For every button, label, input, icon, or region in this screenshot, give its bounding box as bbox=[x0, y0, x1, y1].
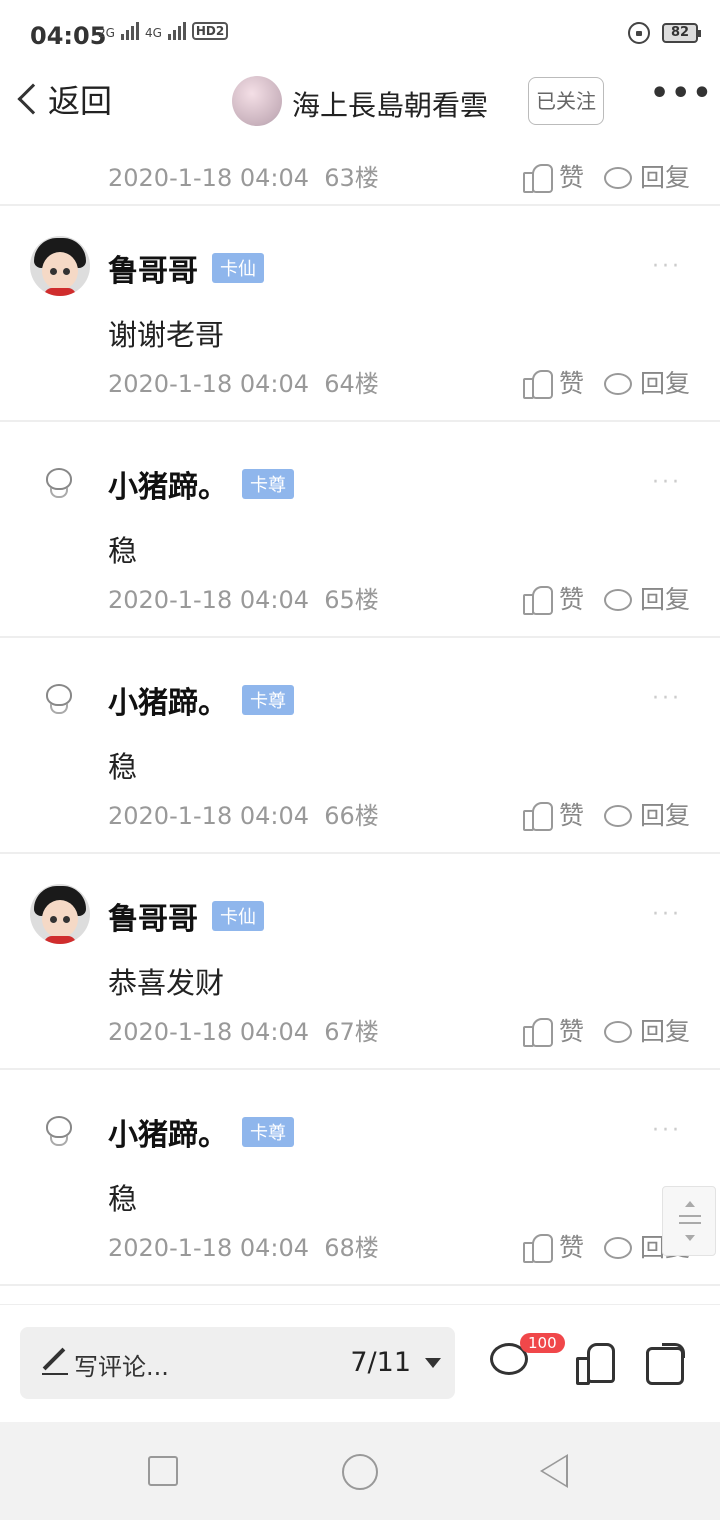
post-content: 谢谢老哥 bbox=[108, 318, 225, 352]
back-button[interactable]: 返回 bbox=[14, 76, 112, 122]
rotation-lock-icon bbox=[628, 22, 650, 44]
level-badge: 卡尊 bbox=[242, 1117, 294, 1147]
level-badge: 卡仙 bbox=[212, 253, 264, 283]
comment-placeholder: 写评论... bbox=[74, 1353, 169, 1381]
post-content: 恭喜发财 bbox=[108, 966, 225, 1000]
list-item: 小猪蹄。 卡尊 ··· 稳 2020-1-18 04:04 66楼 赞 回复 bbox=[0, 638, 720, 852]
list-item: 小猪蹄。卡尊 ··· 稳 2020-1-18 04:04 68楼 赞 回复 bbox=[0, 1070, 720, 1284]
thumbs-up-icon bbox=[522, 584, 553, 615]
like-button[interactable]: 赞 bbox=[522, 1012, 584, 1048]
thumbs-up-icon bbox=[522, 1232, 553, 1263]
list-item: 小猪蹄。 卡尊 ··· 稳 2020-1-18 04:04 65楼 赞 回复 bbox=[0, 422, 720, 636]
back-label: 返回 bbox=[48, 82, 113, 120]
back-nav-icon[interactable] bbox=[540, 1454, 568, 1488]
post-timestamp: 2020-1-18 04:04 68楼 bbox=[108, 1234, 379, 1262]
like-button[interactable]: 赞 bbox=[522, 1228, 584, 1264]
status-bar: 04:05 2G 4G HD2 82 bbox=[0, 0, 720, 72]
list-item: 鲁哥哥 卡仙 ··· 恭喜发财 2020-1-18 04:04 67楼 赞 回复 bbox=[0, 854, 720, 1068]
level-badge: 卡尊 bbox=[242, 469, 294, 499]
arrow-up-icon bbox=[685, 1201, 695, 1207]
divider bbox=[0, 1284, 720, 1286]
network-indicators: 2G 4G HD2 bbox=[98, 22, 229, 40]
user-avatar[interactable] bbox=[30, 884, 90, 944]
user-avatar[interactable] bbox=[30, 668, 90, 728]
thumbs-up-icon bbox=[522, 162, 553, 193]
comment-icon bbox=[603, 167, 632, 189]
net1-label: 2G bbox=[98, 26, 115, 40]
post-content: 稳 bbox=[108, 1182, 138, 1216]
post-more-button[interactable]: ··· bbox=[652, 902, 682, 927]
lines-icon bbox=[679, 1215, 701, 1217]
like-button[interactable]: 赞 bbox=[522, 796, 584, 832]
comment-icon bbox=[603, 1021, 632, 1043]
like-button[interactable]: 赞 bbox=[522, 364, 584, 400]
username[interactable]: 鲁哥哥 bbox=[108, 246, 198, 290]
battery-icon: 82 bbox=[662, 23, 701, 43]
reply-list: 2020-1-18 04:04 63楼 赞 回复 鲁哥哥 卡仙 ··· 谢谢老哥 … bbox=[0, 134, 720, 1304]
username[interactable]: 小猪蹄。 bbox=[108, 1110, 228, 1154]
reply-button[interactable]: 回复 bbox=[603, 580, 690, 616]
user-avatar[interactable] bbox=[30, 1100, 90, 1160]
post-timestamp: 2020-1-18 04:04 64楼 bbox=[108, 370, 379, 398]
reply-button[interactable]: 回复 bbox=[603, 158, 690, 194]
user-avatar[interactable] bbox=[30, 452, 90, 512]
list-item: 鲁哥哥 卡仙 ··· 谢谢老哥 2020-1-18 04:04 64楼 赞 回复 bbox=[0, 206, 720, 420]
pencil-icon bbox=[42, 1347, 68, 1375]
signal-icon bbox=[120, 22, 139, 40]
follow-button[interactable]: 已关注 bbox=[528, 77, 604, 125]
author-avatar[interactable] bbox=[232, 76, 282, 126]
thumbs-up-icon bbox=[522, 1016, 553, 1047]
post-more-button[interactable]: ··· bbox=[652, 686, 682, 711]
recent-apps-icon[interactable] bbox=[148, 1456, 178, 1486]
post-timestamp: 2020-1-18 04:04 63楼 bbox=[108, 164, 379, 192]
post-more-button[interactable]: ··· bbox=[652, 470, 682, 495]
level-badge: 卡仙 bbox=[212, 901, 264, 931]
lines-icon bbox=[679, 1222, 701, 1224]
home-icon[interactable] bbox=[342, 1454, 378, 1490]
arrow-down-icon bbox=[685, 1235, 695, 1241]
level-badge: 卡尊 bbox=[242, 685, 294, 715]
post-more-button[interactable]: ··· bbox=[652, 1118, 682, 1143]
post-content: 稳 bbox=[108, 534, 138, 568]
reply-button[interactable]: 回复 bbox=[603, 364, 690, 400]
caret-down-icon[interactable] bbox=[425, 1358, 441, 1368]
comment-icon bbox=[603, 373, 632, 395]
scroll-jump-button[interactable] bbox=[662, 1186, 716, 1256]
page-title[interactable]: 海上長島朝看雲 bbox=[292, 84, 488, 124]
status-time: 04:05 bbox=[30, 22, 107, 50]
like-post-button[interactable] bbox=[576, 1343, 615, 1385]
reply-button[interactable]: 回复 bbox=[603, 1012, 690, 1048]
comment-icon bbox=[603, 589, 632, 611]
username[interactable]: 小猪蹄。 bbox=[108, 678, 228, 722]
share-button[interactable] bbox=[646, 1343, 685, 1385]
comment-icon bbox=[603, 1237, 632, 1259]
chevron-left-icon bbox=[17, 83, 49, 115]
system-nav-bar bbox=[0, 1422, 720, 1520]
post-timestamp: 2020-1-18 04:04 65楼 bbox=[108, 586, 379, 614]
post-more-button[interactable]: ··· bbox=[652, 254, 682, 279]
signal-icon bbox=[167, 22, 186, 40]
post-timestamp: 2020-1-18 04:04 66楼 bbox=[108, 802, 379, 830]
thumbs-up-icon bbox=[522, 800, 553, 831]
hd-icon: HD2 bbox=[191, 22, 229, 40]
like-button[interactable]: 赞 bbox=[522, 580, 584, 616]
post-timestamp: 2020-1-18 04:04 67楼 bbox=[108, 1018, 379, 1046]
write-comment-input[interactable]: 写评论... 7/11 bbox=[20, 1327, 455, 1399]
comment-count-badge: 100 bbox=[520, 1333, 565, 1353]
reply-button[interactable]: 回复 bbox=[603, 796, 690, 832]
net2-label: 4G bbox=[144, 26, 162, 40]
post-meta: 2020-1-18 04:04 63楼 赞 回复 bbox=[0, 134, 720, 204]
username[interactable]: 鲁哥哥 bbox=[108, 894, 198, 938]
user-avatar[interactable] bbox=[30, 236, 90, 296]
bottom-bar: 写评论... 7/11 100 bbox=[0, 1304, 720, 1422]
nav-bar: 返回 海上長島朝看雲 已关注 ••• bbox=[0, 72, 720, 134]
thumbs-up-icon bbox=[522, 368, 553, 399]
page-indicator[interactable]: 7/11 bbox=[350, 1347, 411, 1378]
more-options-button[interactable]: ••• bbox=[650, 79, 712, 118]
username[interactable]: 小猪蹄。 bbox=[108, 462, 228, 506]
post-content: 稳 bbox=[108, 750, 138, 784]
comment-icon bbox=[603, 805, 632, 827]
like-button[interactable]: 赞 bbox=[522, 158, 584, 194]
